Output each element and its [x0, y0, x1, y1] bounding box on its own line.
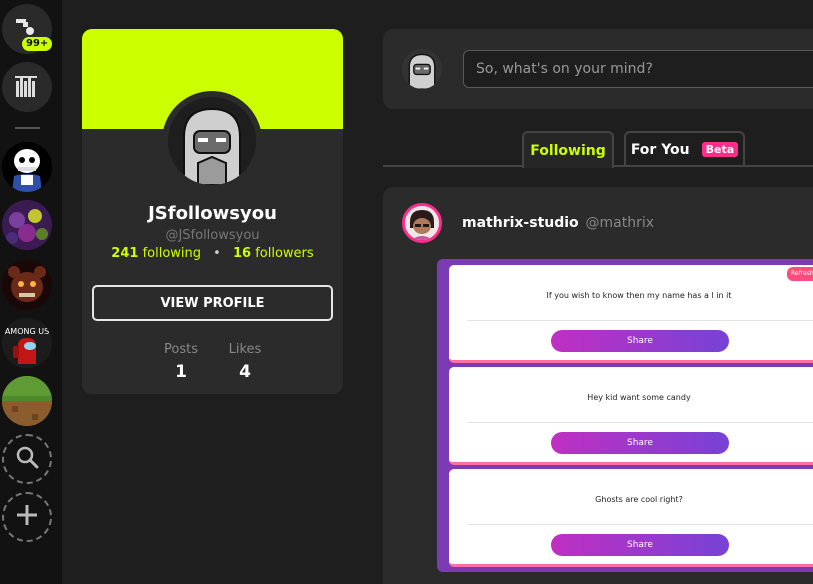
server-minecraft[interactable]	[2, 376, 52, 426]
server-purple-characters[interactable]	[2, 200, 52, 250]
embed-card: Ghosts are cool right? Share	[449, 469, 813, 567]
embed-card-divider	[467, 524, 813, 525]
add-server-button[interactable]	[2, 492, 52, 542]
profile-handle: @JSfollowsyou	[165, 228, 260, 243]
profile-card: JSfollowsyou @JSfollowsyou 241 following…	[82, 29, 343, 394]
server-sans-skeleton[interactable]	[2, 142, 52, 192]
followers-link[interactable]: 16 followers	[233, 246, 314, 261]
animatronic-avatar-icon	[2, 260, 52, 310]
profile-name: JSfollowsyou	[148, 203, 277, 224]
among-us-avatar-icon: AMONG US	[2, 318, 52, 368]
embed-card-text: Ghosts are cool right?	[595, 495, 683, 504]
post-author-handle: @mathrix	[585, 215, 655, 231]
share-button[interactable]: Share	[551, 534, 729, 556]
following-link[interactable]: 241 following	[111, 246, 201, 261]
hooded-avatar-icon	[168, 97, 256, 185]
embed-card: If you wish to know then my name has a l…	[449, 265, 813, 363]
sidebar-divider	[15, 127, 40, 129]
compose-box	[383, 29, 813, 109]
embed-card-text: If you wish to know then my name has a l…	[546, 291, 732, 300]
search-servers-button[interactable]	[2, 434, 52, 484]
library-icon	[15, 75, 39, 103]
server-sidebar: 99+ AMONG US	[0, 0, 62, 584]
likes-stat: Likes 4	[228, 342, 262, 382]
post-author-avatar[interactable]	[402, 203, 442, 243]
feed-post: mathrix-studio @mathrix Refresh If you w…	[383, 187, 813, 584]
view-profile-button[interactable]: VIEW PROFILE	[92, 285, 333, 321]
tab-for-you[interactable]: For You Beta	[624, 131, 745, 166]
embed-card: Hey kid want some candy Share	[449, 367, 813, 465]
tab-following[interactable]: Following	[522, 131, 614, 168]
profile-avatar[interactable]	[162, 91, 262, 191]
grass-block-avatar-icon	[2, 376, 52, 426]
notification-badge: 99+	[22, 37, 53, 51]
share-button[interactable]: Share	[551, 330, 729, 352]
profile-follow-stats: 241 following • 16 followers	[111, 246, 314, 261]
beta-badge: Beta	[701, 142, 739, 157]
search-icon	[15, 445, 39, 473]
share-button[interactable]: Share	[551, 432, 729, 454]
skeleton-avatar-icon	[2, 142, 52, 192]
svg-text:AMONG US: AMONG US	[5, 327, 49, 336]
embed-card-text: Hey kid want some candy	[587, 393, 691, 402]
plus-icon	[15, 503, 39, 531]
post-embed: Refresh If you wish to know then my name…	[437, 259, 813, 572]
embed-card-divider	[467, 320, 813, 321]
refresh-button[interactable]: Refresh	[787, 267, 813, 281]
characters-avatar-icon	[2, 200, 52, 250]
posts-stat: Posts 1	[164, 342, 198, 382]
embed-card-divider	[467, 422, 813, 423]
compose-avatar	[402, 49, 442, 89]
hooded-avatar-icon	[402, 49, 442, 89]
library-button[interactable]	[2, 62, 52, 112]
compose-input[interactable]	[463, 50, 813, 88]
post-author[interactable]: mathrix-studio @mathrix	[462, 215, 654, 231]
author-avatar-icon	[405, 206, 439, 240]
server-animatronic[interactable]	[2, 260, 52, 310]
server-among-us[interactable]: AMONG US	[2, 318, 52, 368]
